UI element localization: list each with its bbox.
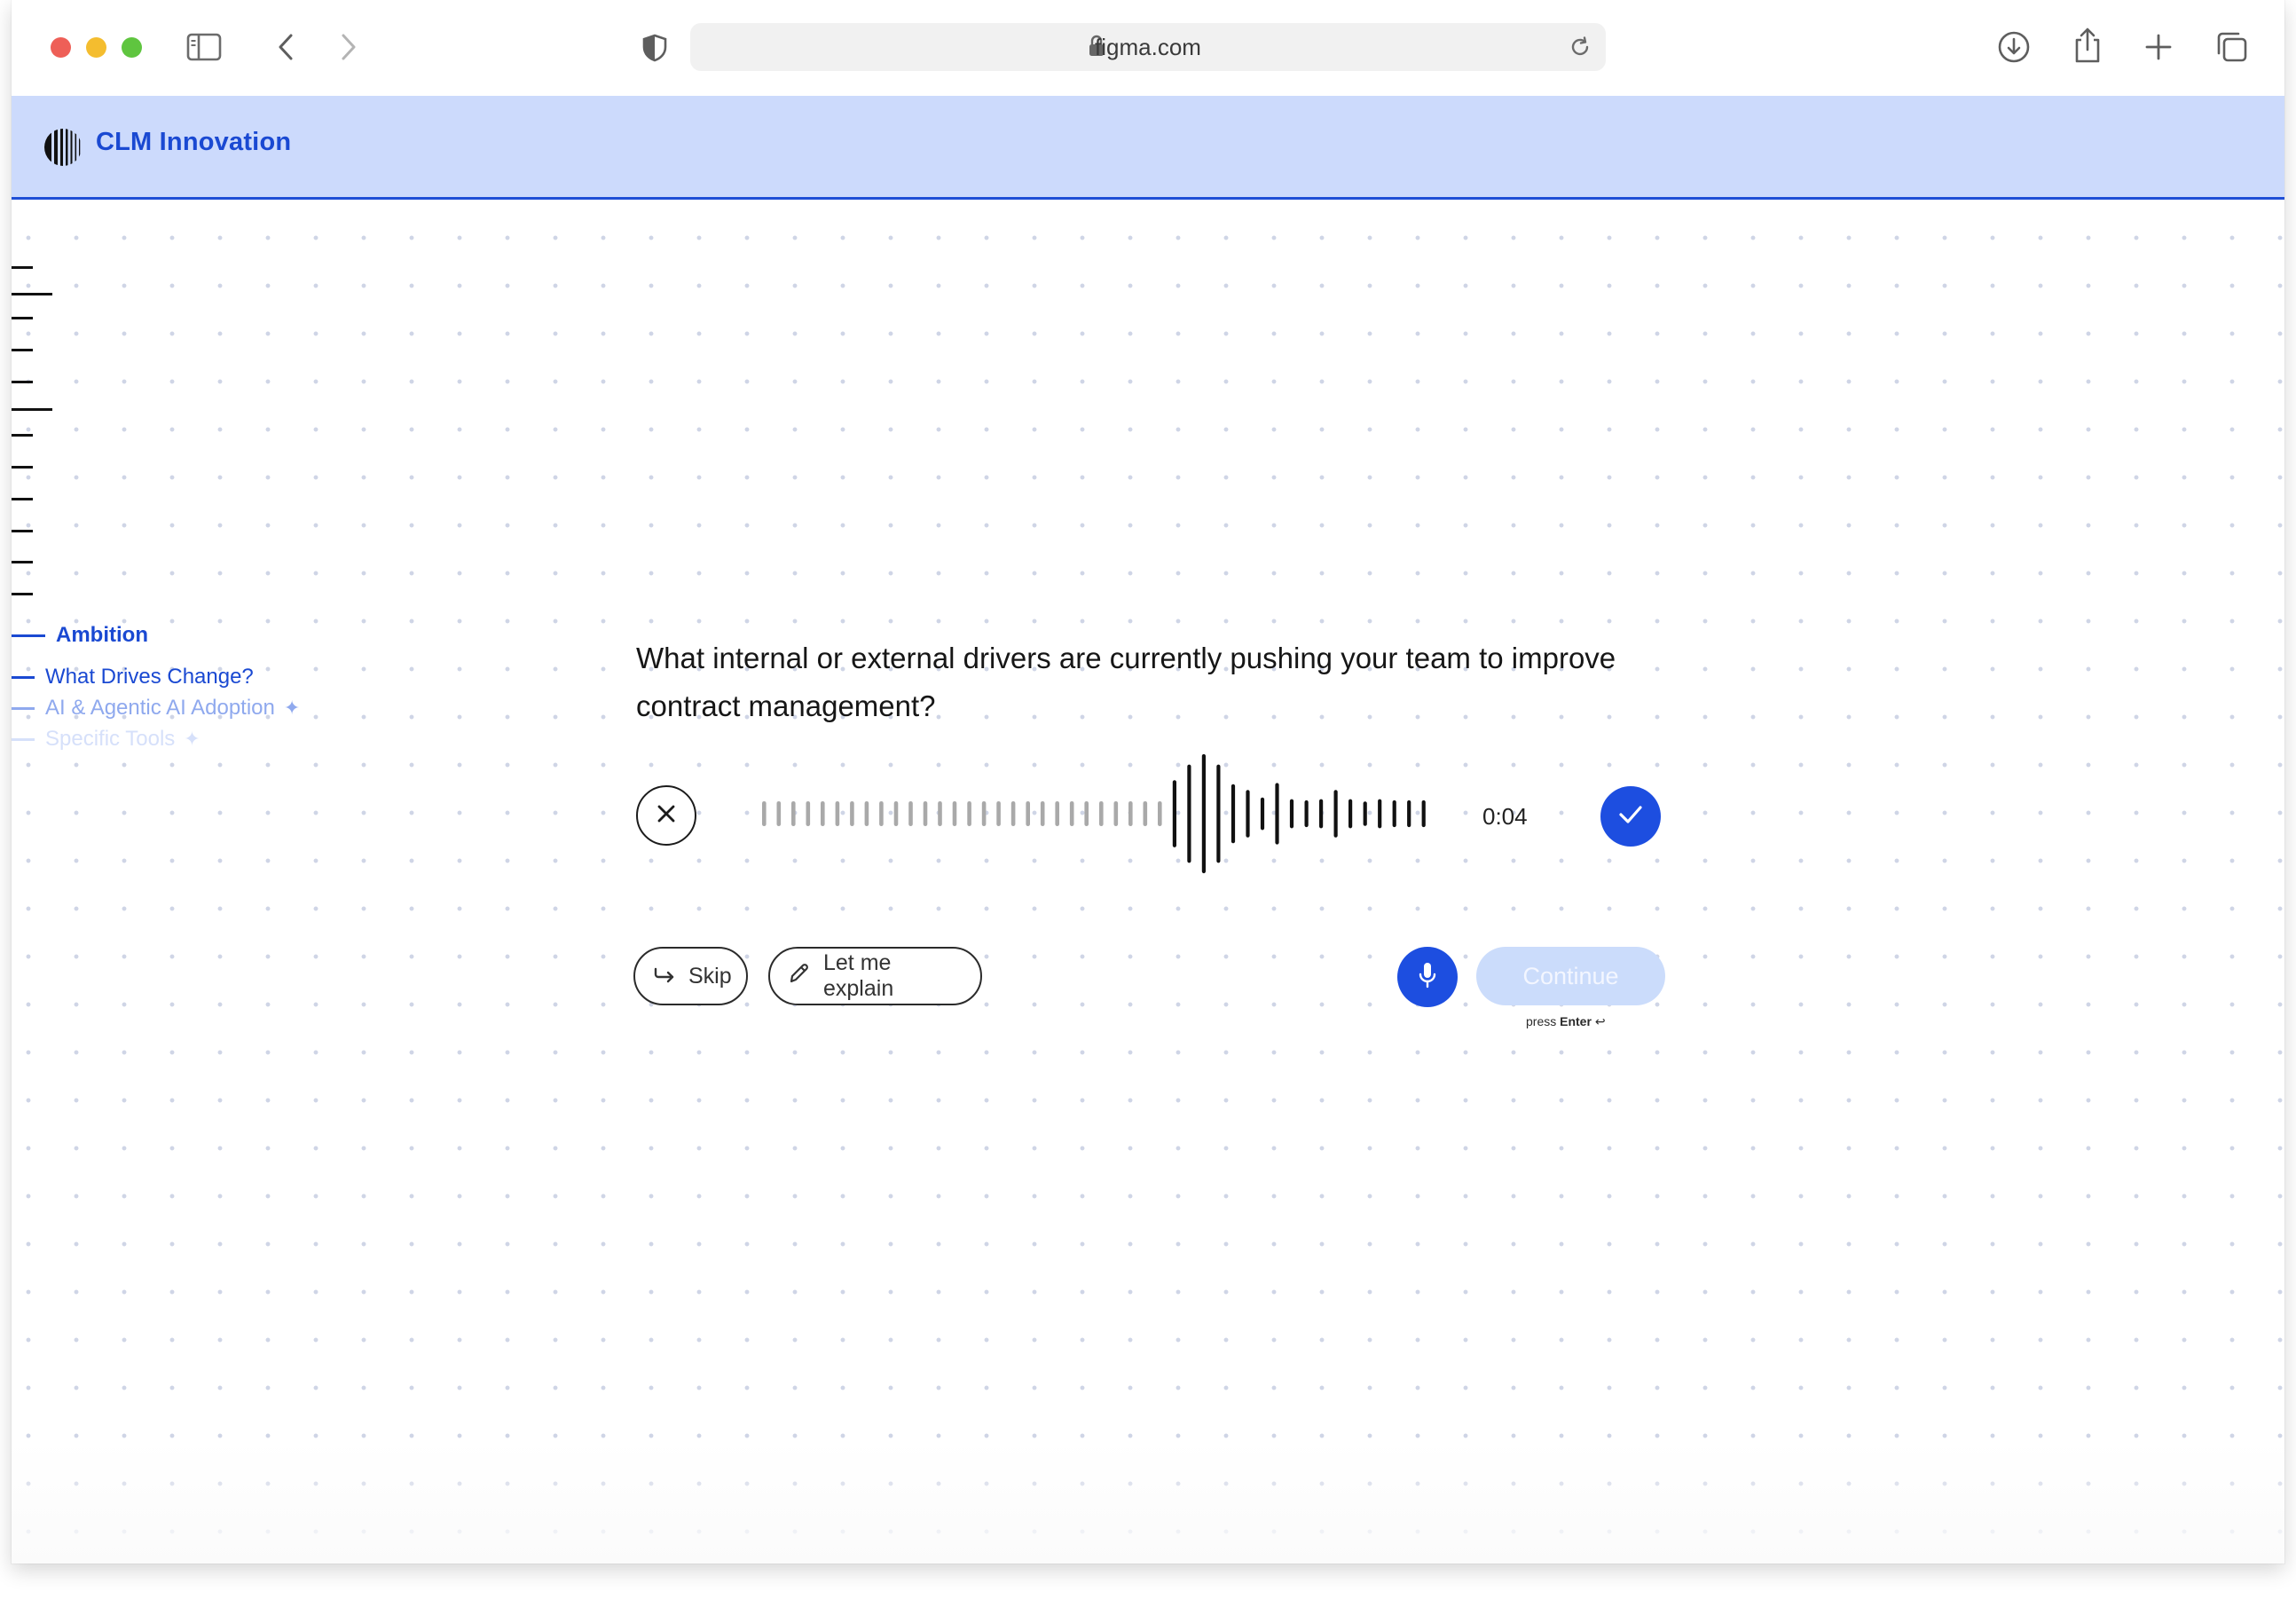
chevron-right-icon[interactable] <box>337 32 358 62</box>
close-icon <box>656 803 677 829</box>
progress-tick <box>12 466 33 469</box>
enter-key-label: Enter <box>1560 1014 1592 1028</box>
skip-button[interactable]: Skip <box>633 947 748 1005</box>
progress-tick <box>12 593 33 595</box>
checkmark-icon <box>1617 803 1644 831</box>
nav-step-ai-adoption[interactable]: AI & Agentic AI Adoption ✦ <box>12 696 300 721</box>
share-icon[interactable] <box>2071 27 2104 64</box>
plus-icon[interactable] <box>2143 32 2174 62</box>
progress-tick <box>12 381 33 383</box>
return-key-icon: ↩ <box>1594 1014 1606 1028</box>
nav-step-what-drives-change[interactable]: What Drives Change? <box>12 665 254 689</box>
minimize-window-button[interactable] <box>86 37 106 58</box>
nav-label: Specific Tools <box>45 727 176 751</box>
question-page: Ambition What Drives Change? AI & Agenti… <box>12 200 2284 1564</box>
press-enter-hint: press Enter ↩ <box>1526 1014 1606 1029</box>
chevron-left-icon[interactable] <box>276 32 297 62</box>
browser-toolbar: figma.com <box>12 0 2284 96</box>
zoom-window-button[interactable] <box>122 37 142 58</box>
download-icon[interactable] <box>1997 30 2031 64</box>
close-window-button[interactable] <box>51 37 71 58</box>
skip-label: Skip <box>688 963 732 989</box>
nav-step-specific-tools[interactable]: Specific Tools ✦ <box>12 727 201 752</box>
explain-label: Let me explain <box>823 950 894 1001</box>
press-prefix: press <box>1526 1014 1557 1028</box>
progress-tick <box>12 434 33 437</box>
progress-tick <box>12 408 52 411</box>
progress-tick <box>12 266 33 269</box>
app-header: CLM Innovation <box>12 96 2284 200</box>
progress-tick <box>12 293 52 295</box>
progress-tick <box>12 561 33 563</box>
url-text: figma.com <box>1095 34 1201 60</box>
sidebar-toggle-icon[interactable] <box>186 32 222 62</box>
brand-name[interactable]: CLM Innovation <box>96 128 291 157</box>
address-bar[interactable]: figma.com <box>690 23 1606 71</box>
shield-icon[interactable] <box>641 34 668 62</box>
cancel-recording-button[interactable] <box>636 785 696 846</box>
reload-icon[interactable] <box>1569 35 1592 63</box>
progress-tick <box>12 530 33 532</box>
continue-button[interactable]: Continue <box>1476 947 1665 1005</box>
recording-timer: 0:04 <box>1482 803 1528 830</box>
sparkle-icon: ✦ <box>184 728 201 750</box>
sparkle-icon: ✦ <box>283 697 301 719</box>
pencil-icon <box>788 962 811 991</box>
striped-circle-logo-icon[interactable] <box>43 128 83 171</box>
audio-waveform <box>762 753 1426 874</box>
progress-tick <box>12 349 33 351</box>
nav-label: AI & Agentic AI Adoption <box>45 696 275 720</box>
tabs-overview-icon[interactable] <box>2215 30 2249 64</box>
question-text: What internal or external drivers are cu… <box>636 642 1616 722</box>
record-voice-button[interactable] <box>1397 947 1458 1007</box>
skip-arrow-icon <box>653 964 676 989</box>
browser-window: figma.com CLM Innovation Ambition What D… <box>12 0 2284 1564</box>
progress-tick <box>12 317 33 319</box>
nav-label: Ambition <box>56 623 148 647</box>
nav-section-ambition[interactable]: Ambition <box>12 623 148 648</box>
microphone-icon <box>1417 961 1438 994</box>
nav-label: What Drives Change? <box>45 665 254 689</box>
confirm-recording-button[interactable] <box>1600 786 1661 847</box>
progress-tick <box>12 498 33 500</box>
let-me-explain-button[interactable]: Let me explain <box>768 947 982 1005</box>
